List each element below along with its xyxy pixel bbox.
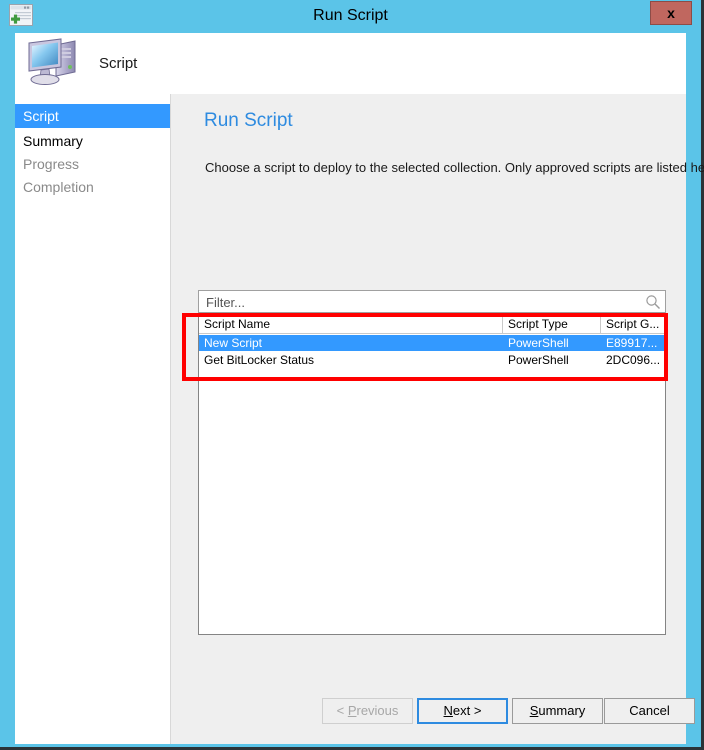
dialog-body: Script Summary Progress Completion Run S… xyxy=(15,94,704,744)
sidebar-item-summary[interactable]: Summary xyxy=(15,129,170,153)
run-script-dialog: Run Script x Script Script Summary Progr… xyxy=(0,0,704,750)
cell-script-guid: 2DC096... xyxy=(606,353,661,367)
search-icon[interactable] xyxy=(645,294,661,310)
next-button[interactable]: Next > xyxy=(417,698,508,724)
sidebar-item-progress[interactable]: Progress xyxy=(15,152,170,176)
dialog-footer: < Previous Next > Summary Cancel xyxy=(15,689,695,744)
column-header-script-name[interactable]: Script Name xyxy=(199,316,503,333)
page-title: Run Script xyxy=(204,110,293,131)
window-title: Run Script xyxy=(313,7,388,24)
cell-script-guid: E89917... xyxy=(606,336,658,350)
cell-script-name: New Script xyxy=(204,336,263,350)
main-pane: Run Script Choose a script to deploy to … xyxy=(171,94,704,744)
table-row[interactable]: Get BitLocker Status PowerShell 2DC096..… xyxy=(199,352,665,368)
wizard-header: Script xyxy=(15,33,686,94)
wizard-header-label: Script xyxy=(99,55,138,72)
filter-box[interactable] xyxy=(198,290,666,314)
list-header-row: Script Name Script Type Script G... xyxy=(199,316,665,334)
column-header-script-type[interactable]: Script Type xyxy=(503,316,601,333)
column-header-script-guid[interactable]: Script G... xyxy=(601,316,665,333)
table-row[interactable]: New Script PowerShell E89917... xyxy=(199,335,665,351)
wizard-steps-sidebar: Script Summary Progress Completion xyxy=(15,94,171,744)
close-button[interactable]: x xyxy=(650,1,692,25)
cell-script-type: PowerShell xyxy=(508,353,569,367)
filter-input[interactable] xyxy=(204,291,628,314)
computer-icon xyxy=(25,36,83,88)
summary-button[interactable]: Summary xyxy=(512,698,603,724)
sidebar-item-script[interactable]: Script xyxy=(15,104,170,128)
previous-button[interactable]: < Previous xyxy=(322,698,413,724)
cell-script-type: PowerShell xyxy=(508,336,569,350)
sidebar-item-completion[interactable]: Completion xyxy=(15,175,170,199)
instruction-text: Choose a script to deploy to the selecte… xyxy=(205,160,704,175)
title-bar: Run Script x xyxy=(0,0,701,33)
cell-script-name: Get BitLocker Status xyxy=(204,353,315,367)
scripts-list[interactable]: Script Name Script Type Script G... New … xyxy=(198,315,666,635)
cancel-button[interactable]: Cancel xyxy=(604,698,695,724)
